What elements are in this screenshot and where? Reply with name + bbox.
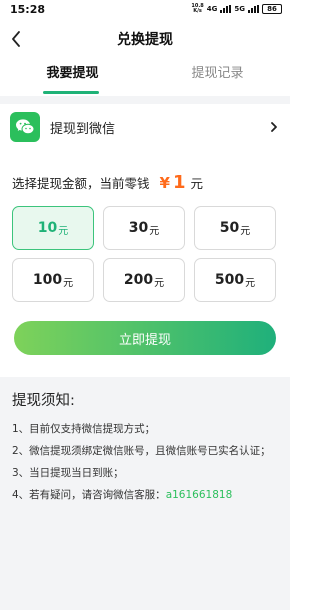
- page-title: 兑换提现: [117, 32, 173, 48]
- active-tab-indicator: [43, 91, 99, 94]
- amount-prompt: 选择提现金额，当前零钱: [12, 176, 150, 191]
- tab-bar: 我要提现 提现记录: [0, 60, 290, 94]
- amount-option-30[interactable]: 30 元: [103, 206, 185, 250]
- withdraw-notes: 提现须知: 1、目前仅支持微信提现方式； 2、微信提现须绑定微信账号，且微信账号…: [0, 377, 290, 610]
- note-item: 2、微信提现须绑定微信账号，且微信账号已实名认证；: [12, 445, 271, 457]
- tab-withdraw[interactable]: 我要提现: [0, 60, 145, 94]
- amount-option-10[interactable]: 10 元: [12, 206, 94, 250]
- amount-header: 选择提现金额，当前零钱 ¥ 1 元: [12, 172, 203, 196]
- amount-option-50[interactable]: 50 元: [194, 206, 276, 250]
- withdraw-now-button[interactable]: 立即提现: [14, 321, 276, 355]
- network-type-1: 4G: [206, 5, 218, 13]
- amount-option-200[interactable]: 200 元: [103, 258, 185, 302]
- network-speed: 10.8 K/s: [191, 3, 204, 14]
- status-time: 15:28: [10, 2, 46, 16]
- withdraw-method-row[interactable]: 提现到微信: [0, 104, 290, 150]
- customer-service-id[interactable]: a161661818: [166, 489, 233, 501]
- tab-withdraw-records[interactable]: 提现记录: [145, 60, 290, 94]
- back-button[interactable]: [4, 27, 28, 51]
- balance-value: 1: [172, 172, 186, 193]
- withdraw-method-label: 提现到微信: [50, 121, 116, 137]
- amount-options: 10 元 30 元 50 元 100 元 200 元 500 元: [12, 206, 277, 302]
- chevron-left-icon: [12, 31, 20, 47]
- notes-title: 提现须知:: [12, 393, 75, 409]
- currency-symbol: ¥: [159, 174, 170, 192]
- signal-icon: [248, 5, 259, 13]
- signal-icon: [220, 5, 232, 13]
- battery-icon: 86: [262, 4, 282, 14]
- chevron-right-icon: [271, 122, 277, 132]
- wechat-icon: [10, 112, 40, 142]
- status-indicators: 10.8 K/s 4G 5G 86: [191, 4, 282, 14]
- note-item: 3、当日提现当日到账；: [12, 467, 124, 479]
- nav-bar: 兑换提现: [0, 24, 290, 54]
- amount-option-500[interactable]: 500 元: [194, 258, 276, 302]
- balance-unit: 元: [190, 176, 203, 191]
- note-item: 1、目前仅支持微信提现方式；: [12, 423, 156, 435]
- section-divider: [0, 96, 290, 104]
- network-type-2: 5G: [234, 5, 245, 13]
- amount-option-100[interactable]: 100 元: [12, 258, 94, 302]
- note-item: 4、若有疑问，请咨询微信客服：a161661818: [12, 489, 233, 501]
- status-bar: 15:28 10.8 K/s 4G 5G 86: [0, 0, 290, 18]
